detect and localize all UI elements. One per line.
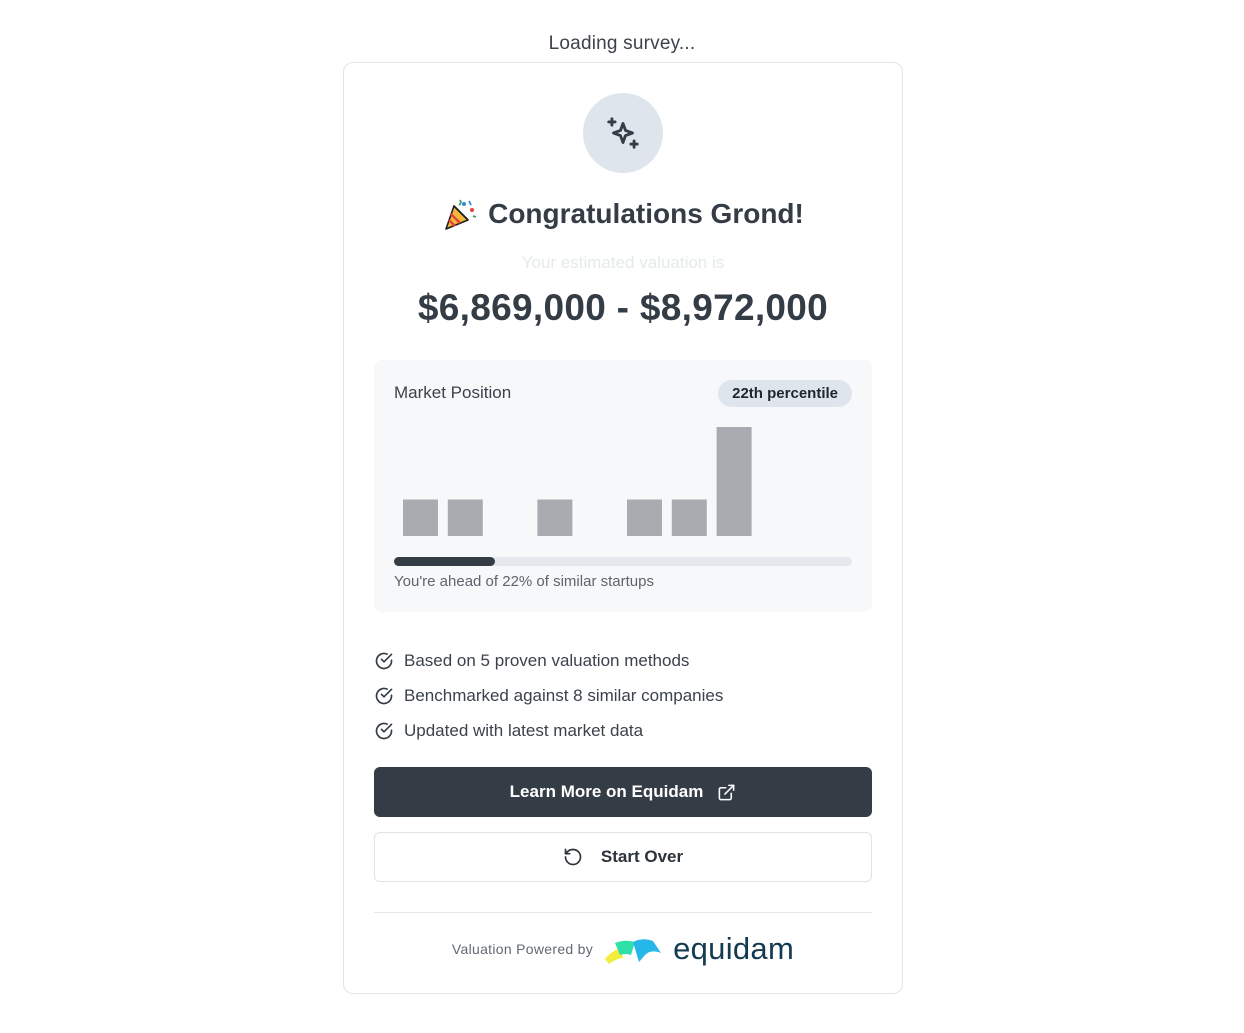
- check-circle-icon: [375, 652, 393, 669]
- distribution-bar: [671, 499, 707, 536]
- distribution-bar: [716, 427, 752, 536]
- percentile-progress-fill: [394, 557, 495, 566]
- feature-list: Based on 5 proven valuation methods Benc…: [374, 643, 723, 748]
- feature-item: Based on 5 proven valuation methods: [374, 643, 723, 678]
- feature-item: Updated with latest market data: [374, 713, 723, 748]
- check-circle-icon: [375, 687, 393, 704]
- learn-more-label: Learn More on Equidam: [509, 782, 704, 801]
- footer-divider: [374, 912, 872, 913]
- congratulations-heading: Congratulations Grond!: [344, 196, 902, 232]
- external-link-icon: [718, 784, 735, 800]
- percentile-progress-track: [394, 557, 852, 566]
- feature-item: Benchmarked against 8 similar companies: [374, 678, 723, 713]
- check-circle-icon: [375, 722, 393, 739]
- loading-status: Loading survey...: [548, 33, 696, 54]
- valuation-range: $6,869,000 - $8,972,000: [417, 287, 829, 328]
- equidam-logo: [605, 939, 662, 964]
- start-over-label: Start Over: [600, 847, 684, 866]
- powered-by-footer: Valuation Powered by equidam: [344, 929, 902, 969]
- distribution-bar: [403, 499, 438, 536]
- party-popper-icon: [445, 199, 477, 230]
- distribution-bar: [537, 499, 573, 536]
- distribution-bar: [447, 499, 483, 536]
- rotate-ccw-icon: [564, 848, 582, 866]
- feature-text: Benchmarked against 8 similar companies: [404, 685, 724, 705]
- learn-more-button[interactable]: Learn More on Equidam: [374, 767, 872, 817]
- market-position-panel: Market Position 22th percentile You're a…: [374, 360, 872, 612]
- congratulations-title: Congratulations Grond!: [488, 198, 804, 229]
- powered-by-text: Valuation Powered by: [451, 941, 594, 957]
- percentile-summary: You're ahead of 22% of similar startups: [394, 573, 654, 590]
- equidam-wordmark: equidam: [673, 931, 795, 966]
- valuation-result-card: Congratulations Grond! Your estimated va…: [343, 62, 903, 994]
- start-over-button[interactable]: Start Over: [374, 832, 872, 882]
- sparkles-badge: [583, 93, 663, 173]
- distribution-bar: [627, 499, 662, 536]
- feature-text: Updated with latest market data: [404, 720, 644, 740]
- feature-text: Based on 5 proven valuation methods: [404, 650, 690, 670]
- sparkles-icon: [607, 117, 639, 149]
- valuation-subtitle: Your estimated valuation is: [521, 253, 725, 272]
